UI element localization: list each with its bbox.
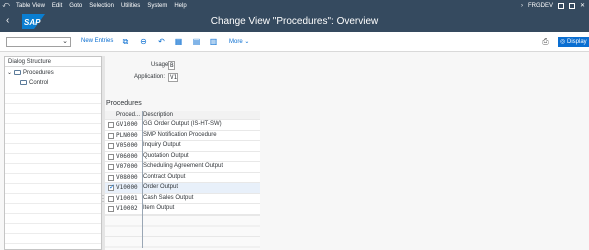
procedure-description: Cash Sales Output bbox=[143, 194, 194, 201]
procedure-description: Inquiry Output bbox=[143, 142, 181, 148]
procedure-description: Order Output bbox=[143, 184, 179, 190]
procedure-code: PLN000 bbox=[116, 131, 138, 139]
procedure-description: GG Order Output (IS-HT-SW) bbox=[143, 121, 222, 127]
procedure-code: V07000 bbox=[116, 163, 138, 170]
application-toolbar: ⌄ New Entries ⧉ ⊖ ↶ ▦ ▤ ▥ More ⌄ ⎙ ◎ Dis… bbox=[0, 32, 589, 52]
row-select-checkbox[interactable] bbox=[108, 132, 114, 139]
menu-table-view[interactable]: Table View bbox=[16, 3, 45, 9]
row-select-checkbox[interactable] bbox=[108, 122, 114, 128]
row-select-checkbox[interactable] bbox=[108, 195, 114, 202]
table-row[interactable]: PLN000 SMP Notification Procedure bbox=[105, 130, 260, 141]
page-title: Change View "Procedures": Overview bbox=[210, 16, 379, 27]
column-header-description[interactable]: Description bbox=[143, 112, 173, 118]
tree-item-label: Procedures bbox=[23, 69, 54, 76]
tree-empty-area bbox=[5, 93, 101, 249]
minimize-icon[interactable] bbox=[568, 2, 575, 9]
application-field: V1 bbox=[168, 73, 178, 82]
window-toggle-icon[interactable] bbox=[557, 2, 564, 9]
title-bar: ‹ SAP Change View "Procedures": Overview bbox=[0, 11, 589, 32]
menu-utilities[interactable]: Utilities bbox=[121, 3, 140, 9]
menu-bar: ⤺ Table View Edit Goto Selection Utiliti… bbox=[0, 0, 589, 11]
row-select-checkbox[interactable] bbox=[108, 153, 114, 160]
more-label: More bbox=[229, 39, 243, 45]
delete-icon[interactable]: ⊖ bbox=[139, 37, 148, 46]
procedure-code: V10000 bbox=[116, 184, 138, 191]
menu-right: › FRGDEV ✕ bbox=[521, 0, 585, 11]
procedure-code: V10002 bbox=[116, 205, 138, 212]
exit-icon[interactable]: ⤺ bbox=[0, 2, 12, 10]
procedure-description: Scheduling Agreement Output bbox=[143, 163, 224, 169]
row-select-checkbox[interactable] bbox=[108, 174, 114, 181]
menu-selection[interactable]: Selection bbox=[89, 3, 114, 9]
select-block-icon[interactable]: ▤ bbox=[192, 37, 201, 46]
row-select-checkbox[interactable] bbox=[108, 143, 114, 149]
column-divider[interactable] bbox=[142, 111, 143, 248]
display-button[interactable]: ◎ Display bbox=[558, 37, 589, 47]
menu-items: Table View Edit Goto Selection Utilities… bbox=[16, 3, 187, 9]
table-row[interactable]: GV1000 GG Order Output (IS-HT-SW) bbox=[105, 120, 260, 131]
procedure-description: Quotation Output bbox=[143, 152, 189, 159]
table-title: Procedures bbox=[106, 100, 142, 107]
procedure-code: V05000 bbox=[116, 142, 138, 149]
menu-goto[interactable]: Goto bbox=[69, 3, 82, 9]
table-row-selected[interactable]: V10000 Order Output bbox=[105, 183, 260, 194]
procedure-code: V10001 bbox=[116, 194, 138, 202]
table-row[interactable]: V05000 Inquiry Output bbox=[105, 141, 260, 152]
command-field[interactable]: ⌄ bbox=[6, 37, 71, 47]
usage-field: B bbox=[168, 61, 175, 70]
procedure-code: V06000 bbox=[116, 152, 138, 160]
table-header: Proced... Description bbox=[105, 111, 260, 120]
tree-item-control[interactable]: Control bbox=[20, 78, 48, 87]
procedure-description: Contract Output bbox=[143, 173, 186, 180]
table-row[interactable]: V10001 Cash Sales Output bbox=[105, 193, 260, 204]
print-icon[interactable]: ⎙ bbox=[541, 37, 550, 46]
row-select-checkbox[interactable] bbox=[108, 183, 115, 191]
table-row[interactable]: V07000 Scheduling Agreement Output bbox=[105, 162, 260, 173]
chevron-down-icon[interactable]: ⌄ bbox=[62, 37, 68, 45]
tree-item-procedures[interactable]: ⌄ Procedures bbox=[7, 68, 54, 77]
folder-icon bbox=[20, 80, 27, 85]
dialog-structure-panel: Dialog Structure ⌄ Procedures Control bbox=[4, 56, 102, 250]
table-row[interactable]: V10002 Item Output bbox=[105, 204, 260, 215]
row-select-checkbox[interactable] bbox=[108, 206, 114, 212]
new-entries-button[interactable]: New Entries bbox=[81, 38, 113, 44]
menu-edit[interactable]: Edit bbox=[52, 3, 62, 9]
expand-icon[interactable]: ⌄ bbox=[7, 69, 12, 76]
procedures-table: Proced... Description GV1000 GG Order Out… bbox=[105, 111, 260, 215]
table-row[interactable]: V08000 Contract Output bbox=[105, 172, 260, 183]
display-label: Display bbox=[567, 39, 587, 45]
procedure-description: Item Output bbox=[143, 205, 175, 211]
chevron-right-icon[interactable]: › bbox=[521, 3, 523, 9]
procedure-description: SMP Notification Procedure bbox=[143, 131, 217, 138]
table-empty-rows bbox=[105, 215, 260, 250]
select-all-icon[interactable]: ▦ bbox=[174, 37, 183, 46]
folder-open-icon bbox=[14, 70, 22, 75]
tree-item-label: Control bbox=[29, 79, 49, 86]
more-button[interactable]: More ⌄ bbox=[229, 38, 249, 45]
glasses-icon: ◎ bbox=[560, 39, 566, 45]
main-content: Usage: B Application: V1 Procedures Proc… bbox=[105, 52, 589, 250]
procedure-code: V08000 bbox=[116, 173, 138, 181]
deselect-all-icon[interactable]: ▥ bbox=[209, 37, 218, 46]
undo-icon[interactable]: ↶ bbox=[157, 37, 166, 46]
dialog-structure-header: Dialog Structure bbox=[5, 57, 101, 67]
usage-label: Usage: bbox=[150, 62, 170, 68]
procedure-code: GV1000 bbox=[116, 121, 138, 128]
table-row[interactable]: V06000 Quotation Output bbox=[105, 151, 260, 162]
menu-system[interactable]: System bbox=[147, 3, 167, 9]
copy-as-icon[interactable]: ⧉ bbox=[121, 37, 130, 46]
application-label: Application: bbox=[133, 74, 165, 80]
row-select-checkbox[interactable] bbox=[108, 164, 114, 170]
system-id: FRGDEV bbox=[527, 2, 553, 9]
row-drag-handle[interactable]: · · · bbox=[102, 193, 104, 205]
column-header-procedure[interactable]: Proced... bbox=[116, 112, 140, 118]
close-icon[interactable]: ✕ bbox=[580, 2, 585, 9]
menu-help[interactable]: Help bbox=[174, 3, 186, 9]
